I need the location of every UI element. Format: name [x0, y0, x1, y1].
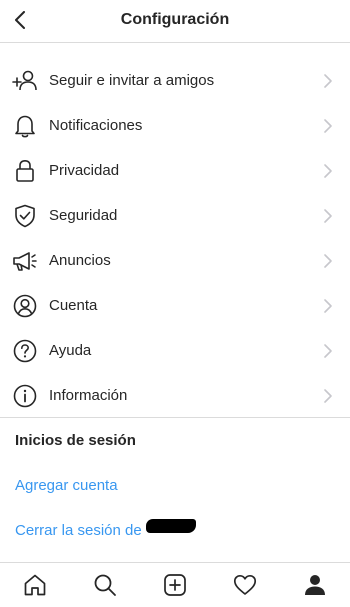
menu-item-label: Información	[49, 387, 128, 404]
section-divider	[0, 417, 350, 418]
chevron-right-icon	[324, 388, 334, 404]
help-circle-icon	[12, 338, 38, 364]
add-person-icon	[12, 68, 38, 94]
menu-item-ads[interactable]: Anuncios	[0, 238, 350, 283]
chevron-right-icon	[324, 298, 334, 314]
menu-item-label: Seguir e invitar a amigos	[49, 72, 215, 89]
menu-item-follow-invite[interactable]: Seguir e invitar a amigos	[0, 58, 350, 103]
menu-item-account[interactable]: Cuenta	[0, 283, 350, 328]
top-bar: Configuración	[0, 0, 350, 43]
menu-item-security[interactable]: Seguridad	[0, 193, 350, 238]
bottom-tab-bar	[0, 562, 350, 607]
activity-heart-icon	[233, 574, 257, 595]
profile-icon	[305, 575, 325, 595]
menu-item-help[interactable]: Ayuda	[0, 328, 350, 373]
account-circle-icon	[12, 293, 38, 319]
chevron-right-icon	[324, 118, 334, 134]
menu-item-info[interactable]: Información	[0, 373, 350, 418]
menu-item-label: Anuncios	[49, 252, 111, 269]
menu-item-label: Privacidad	[49, 162, 120, 179]
tab-search[interactable]	[91, 571, 119, 599]
logins-section-title: Inicios de sesión	[15, 432, 136, 449]
chevron-right-icon	[324, 163, 334, 179]
tab-profile[interactable]	[301, 571, 329, 599]
chevron-right-icon	[324, 253, 334, 269]
redacted-username	[146, 519, 196, 533]
chevron-right-icon	[324, 208, 334, 224]
tab-home[interactable]	[21, 571, 49, 599]
lock-icon	[12, 158, 38, 184]
add-account-link[interactable]: Agregar cuenta	[15, 477, 118, 494]
chevron-right-icon	[324, 343, 334, 359]
bell-icon	[12, 113, 38, 139]
new-post-icon	[164, 574, 186, 596]
menu-item-privacy[interactable]: Privacidad	[0, 148, 350, 193]
chevron-right-icon	[324, 73, 334, 89]
settings-menu: Seguir e invitar a amigos Notificaciones…	[0, 58, 350, 418]
search-icon	[94, 574, 116, 596]
tab-new-post[interactable]	[161, 571, 189, 599]
home-icon	[24, 574, 46, 596]
tab-activity[interactable]	[231, 571, 259, 599]
menu-item-label: Cuenta	[49, 297, 98, 314]
megaphone-icon	[12, 248, 38, 274]
shield-check-icon	[12, 203, 38, 229]
menu-item-label: Notificaciones	[49, 117, 143, 134]
menu-item-label: Ayuda	[49, 342, 92, 359]
logout-link[interactable]: Cerrar la sesión de	[15, 522, 142, 539]
menu-item-notifications[interactable]: Notificaciones	[0, 103, 350, 148]
page-title: Configuración	[120, 11, 230, 28]
info-circle-icon	[12, 383, 38, 409]
menu-item-label: Seguridad	[49, 207, 118, 224]
